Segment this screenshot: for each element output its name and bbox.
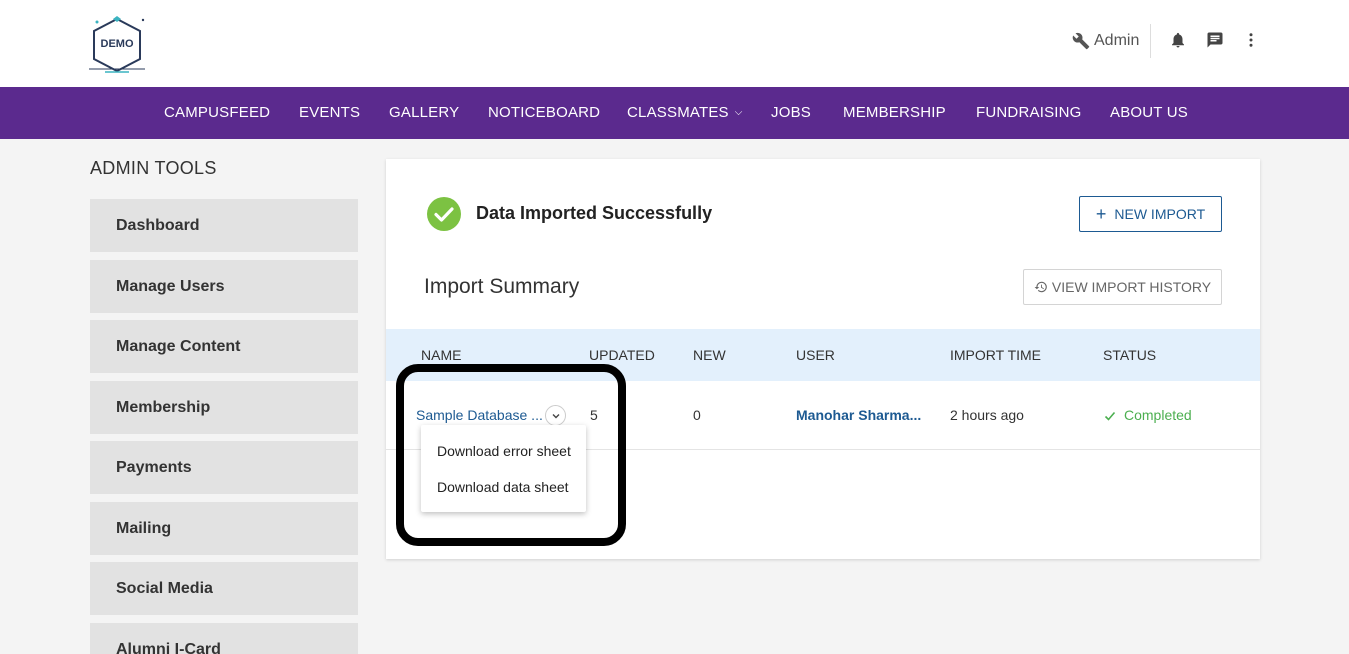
nav-events[interactable]: EVENTS (299, 87, 360, 139)
logo-text: DEMO (100, 38, 134, 50)
chevron-down-icon: ⌵ (734, 107, 743, 118)
logo[interactable]: DEMO (87, 16, 147, 74)
main-nav: CAMPUSFEED EVENTS GALLERY NOTICEBOARD CL… (0, 87, 1349, 139)
sidebar-item-manage-content[interactable]: Manage Content (90, 320, 358, 373)
history-icon (1034, 281, 1047, 293)
nav-campusfeed[interactable]: CAMPUSFEED (164, 87, 270, 139)
download-error-sheet-item[interactable]: Download error sheet (437, 443, 571, 459)
import-time: 2 hours ago (950, 407, 1024, 423)
import-summary-title: Import Summary (424, 275, 580, 298)
column-header-new: NEW (693, 347, 726, 363)
sidebar-item-manage-users[interactable]: Manage Users (90, 260, 358, 313)
top-header: DEMO Admin (0, 0, 1349, 87)
column-header-status: STATUS (1103, 347, 1157, 363)
nav-classmates-label: CLASSMATES (627, 104, 729, 121)
column-header-name: NAME (421, 347, 462, 363)
row-options-chevron-down-icon[interactable] (545, 405, 566, 426)
success-message: Data Imported Successfully (476, 203, 713, 223)
nav-fundraising[interactable]: FUNDRAISING (976, 87, 1082, 139)
sidebar-item-dashboard[interactable]: Dashboard (90, 199, 358, 252)
sidebar-item-mailing[interactable]: Mailing (90, 502, 358, 555)
new-import-label: NEW IMPORT (1114, 206, 1206, 222)
download-data-sheet-item[interactable]: Download data sheet (437, 479, 569, 495)
wrench-icon (1072, 32, 1090, 50)
sidebar-item-alumni-icard[interactable]: Alumni I-Card (90, 623, 358, 654)
new-import-button[interactable]: + NEW IMPORT (1079, 196, 1222, 232)
status-badge: Completed (1104, 381, 1192, 450)
row-options-menu: Download error sheet Download data sheet (421, 425, 586, 512)
sidebar-title: ADMIN TOOLS (90, 158, 217, 178)
sidebar-item-membership[interactable]: Membership (90, 381, 358, 434)
new-count: 0 (693, 407, 701, 423)
column-header-updated: UPDATED (589, 347, 655, 363)
nav-gallery[interactable]: GALLERY (389, 87, 459, 139)
success-check-icon (427, 197, 461, 231)
bell-icon[interactable] (1169, 31, 1187, 49)
nav-membership[interactable]: MEMBERSHIP (843, 87, 946, 139)
table-header: NAME UPDATED NEW USER IMPORT TIME STATUS (386, 329, 1260, 381)
sidebar-item-social-media[interactable]: Social Media (90, 562, 358, 615)
header-divider (1150, 24, 1151, 58)
nav-about-us[interactable]: ABOUT US (1110, 87, 1188, 139)
column-header-user: USER (796, 347, 835, 363)
plus-icon: + (1095, 204, 1107, 224)
nav-noticeboard[interactable]: NOTICEBOARD (488, 87, 600, 139)
check-icon (1104, 411, 1116, 421)
nav-classmates[interactable]: CLASSMATES ⌵ (627, 87, 743, 139)
view-import-history-label: VIEW IMPORT HISTORY (1051, 279, 1212, 295)
sidebar-item-payments[interactable]: Payments (90, 441, 358, 494)
more-vert-icon[interactable] (1242, 31, 1260, 49)
admin-label: Admin (1094, 32, 1140, 49)
column-header-import-time: IMPORT TIME (950, 347, 1042, 363)
admin-link[interactable]: Admin (1072, 30, 1139, 52)
chat-icon[interactable] (1206, 31, 1224, 49)
updated-count: 5 (590, 407, 598, 423)
user-link[interactable]: Manohar Sharma... (796, 381, 921, 450)
import-card: Data Imported Successfully + NEW IMPORT … (386, 159, 1260, 559)
view-import-history-button[interactable]: VIEW IMPORT HISTORY (1023, 269, 1222, 305)
status-label: Completed (1124, 407, 1192, 423)
nav-jobs[interactable]: JOBS (771, 87, 811, 139)
